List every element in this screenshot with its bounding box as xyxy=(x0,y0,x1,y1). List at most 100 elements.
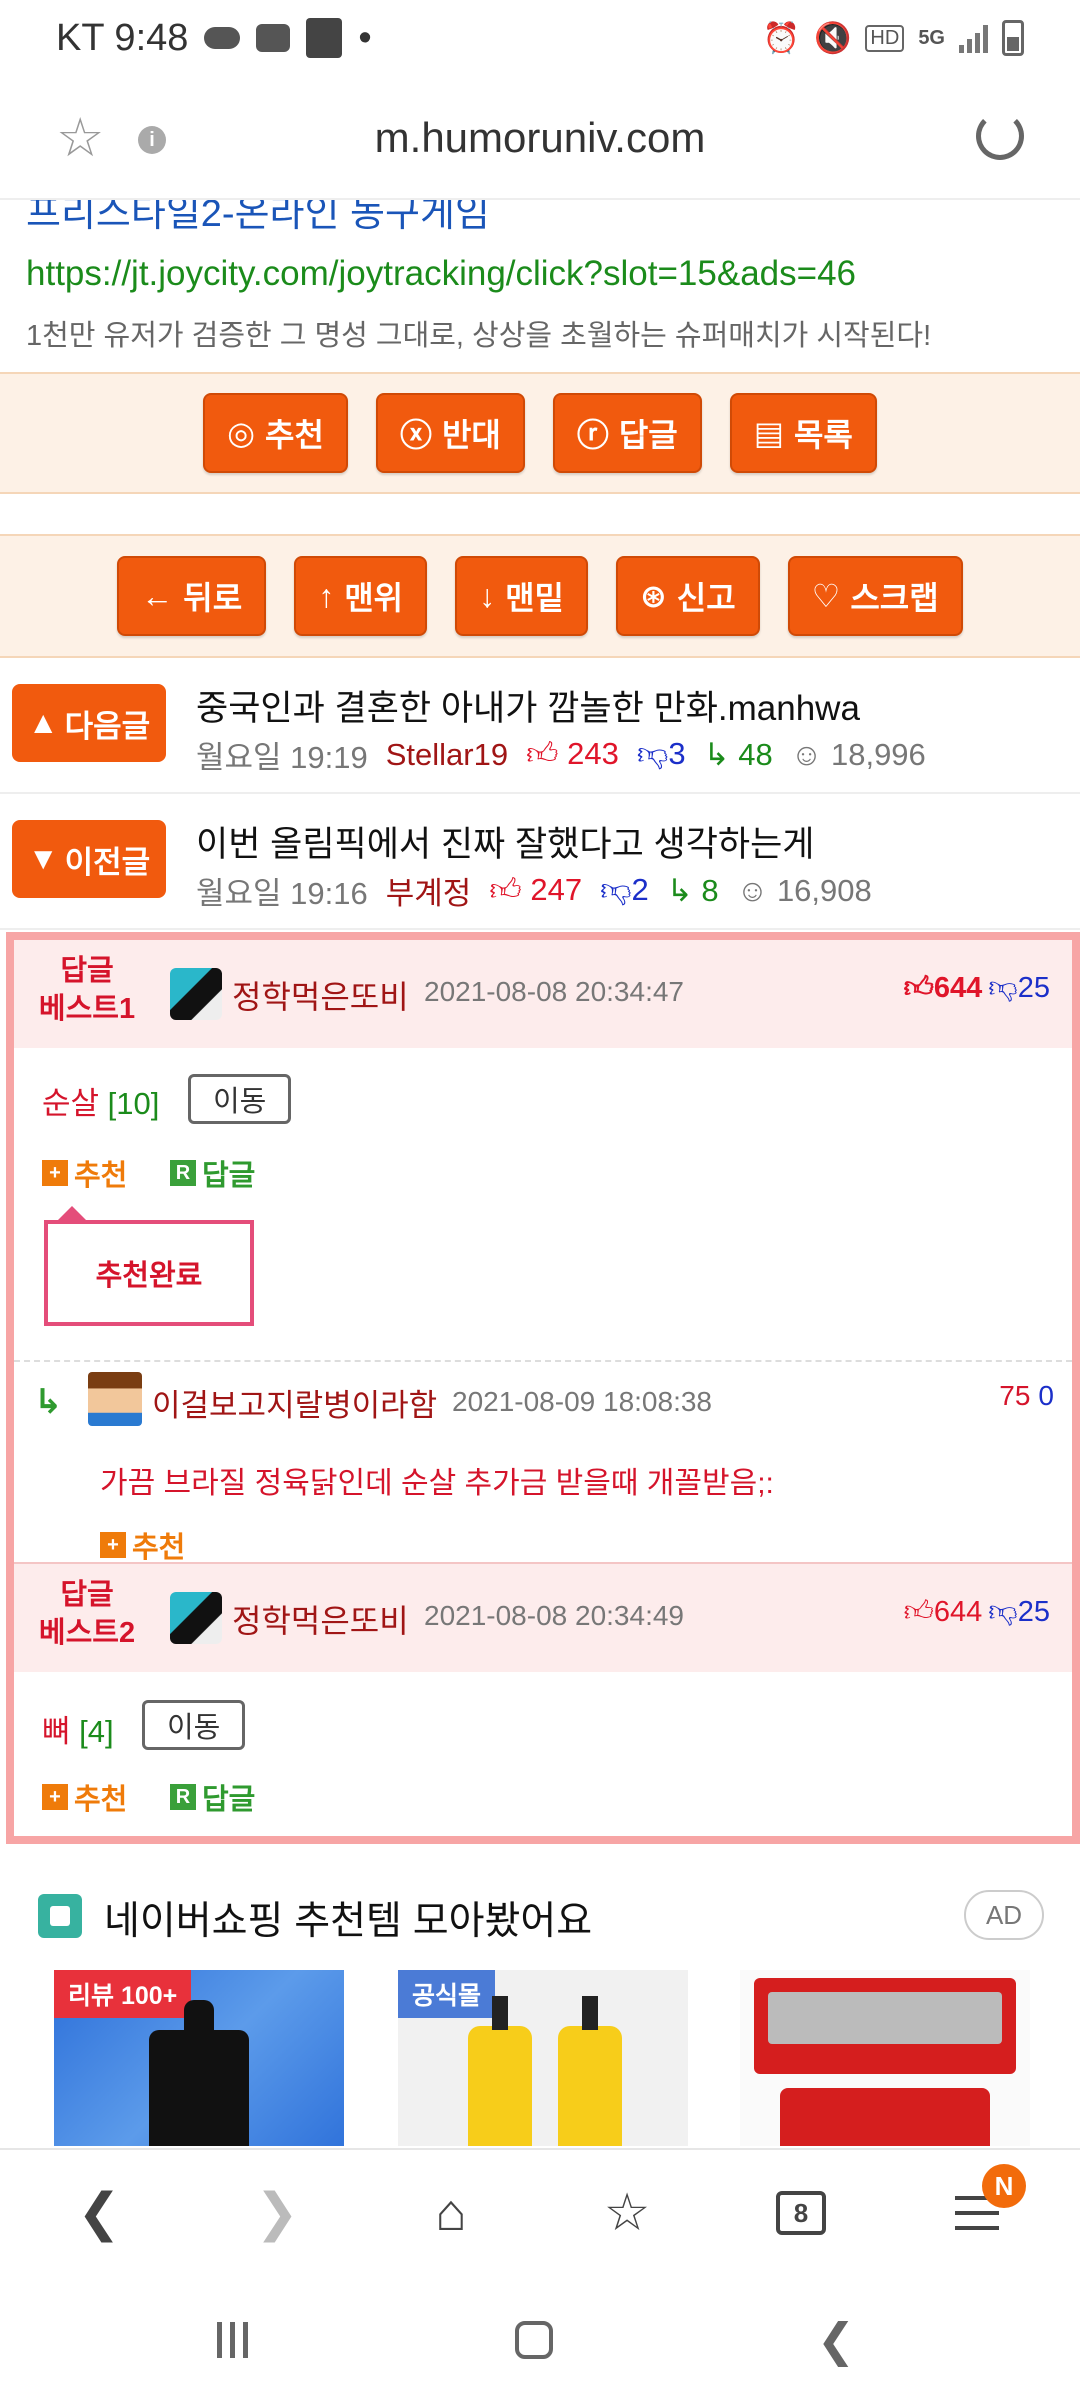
move-button[interactable]: 이동 xyxy=(188,1074,292,1124)
product-image xyxy=(149,2030,249,2146)
product-tag: 공식몰 xyxy=(398,1970,496,2018)
back-label: 뒤로 xyxy=(183,580,243,616)
bible-app-icon xyxy=(306,18,343,58)
recommend-button[interactable]: ◎ 추천 xyxy=(203,393,348,473)
system-nav-bar: ❮ xyxy=(0,2274,1080,2400)
comment-user[interactable]: 이걸보고지랄병이라함 xyxy=(152,1380,437,1425)
hd-icon: HD xyxy=(865,24,905,52)
text-ad[interactable]: 프리스타일2-온라인 농구게임 https://jt.joycity.com/j… xyxy=(0,200,1080,370)
product-card[interactable] xyxy=(740,1970,1030,2146)
bottom-label: 맨밑 xyxy=(505,580,564,616)
comment-user[interactable]: 정학먹은또비 xyxy=(232,1596,409,1642)
thumbs-down-icon: 👎︎ xyxy=(988,1596,1018,1628)
ad-url[interactable]: https://jt.joycity.com/joytracking/click… xyxy=(26,254,856,294)
triangle-up-icon: ▲ xyxy=(27,705,59,740)
comment-user[interactable]: 정학먹은또비 xyxy=(232,972,409,1018)
reload-icon[interactable] xyxy=(976,112,1024,160)
comment-votes: 👍︎644 👎︎25 xyxy=(904,1594,1050,1629)
smiley-icon: ☺ xyxy=(736,872,769,908)
reply-r-icon: ⓡ xyxy=(576,417,609,453)
move-button[interactable]: 이동 xyxy=(142,1700,246,1750)
reply-button[interactable]: ⓡ 답글 xyxy=(552,393,702,473)
prev-post-label: 이전글 xyxy=(64,844,151,880)
scrap-button[interactable]: ♡ 스크랩 xyxy=(787,556,963,636)
plus-icon: + xyxy=(100,1532,126,1558)
forward-nav-button[interactable]: ❯ xyxy=(242,2178,312,2248)
product-card[interactable]: 공식몰 xyxy=(398,1970,688,2146)
tabs-button[interactable]: 8 xyxy=(766,2178,836,2248)
system-back-button[interactable]: ❮ xyxy=(806,2310,866,2370)
upvote-count: 👍︎ 243 xyxy=(526,736,619,771)
comment-votes: 75 0 xyxy=(999,1380,1054,1412)
shopping-ad-title[interactable]: 네이버쇼핑 추천템 모아봤어요 xyxy=(104,1890,592,1946)
5g-icon: 5G xyxy=(918,26,945,49)
down-arrow-icon: ↓ xyxy=(479,577,496,614)
comment-reply-button[interactable]: R 답글 xyxy=(170,1152,255,1194)
prev-post-row[interactable]: ▼ 이전글 이번 올림픽에서 진짜 잘했다고 생각하는게 월요일 19:16 부계… xyxy=(0,796,1080,930)
tabs-icon: 8 xyxy=(776,2191,826,2235)
product-image xyxy=(558,1996,622,2146)
thumbs-down-icon: 👎︎ xyxy=(988,972,1018,1004)
recent-apps-button[interactable] xyxy=(202,2310,262,2370)
reply-arrow-icon: ↳ xyxy=(666,872,693,908)
cloud-icon xyxy=(204,27,241,49)
list-button[interactable]: ▤ 목록 xyxy=(729,393,877,473)
home-button[interactable]: ⌂ xyxy=(416,2178,486,2248)
comment-text: 순살 [10] xyxy=(42,1086,160,1121)
avatar xyxy=(170,1592,222,1644)
report-icon: ⊛ xyxy=(639,578,667,614)
prev-post-title[interactable]: 이번 올림픽에서 진짜 잘했다고 생각하는게 xyxy=(196,816,815,867)
thumbs-up-icon: 👍︎ xyxy=(489,872,522,907)
comment-reply-row: ↳ 이걸보고지랄병이라함 2021-08-09 18:08:38 75 0 가끔… xyxy=(14,1360,1072,1564)
best-rank-label: 답글 베스트2 xyxy=(38,1579,136,1649)
thumbs-up-icon: 👍︎ xyxy=(526,736,559,771)
post-time: 월요일 19:19 xyxy=(196,740,368,775)
menu-button[interactable]: N xyxy=(942,2164,1026,2248)
home-icon: ⌂ xyxy=(435,2184,467,2242)
ad-badge[interactable]: AD xyxy=(964,1890,1044,1940)
report-button[interactable]: ⊛ 신고 xyxy=(615,556,760,636)
product-card[interactable]: 리뷰 100+ xyxy=(54,1970,344,2146)
comment-date: 2021-08-08 20:34:49 xyxy=(424,1600,684,1631)
oppose-button[interactable]: ⓧ 반대 xyxy=(375,393,525,473)
naver-shopping-logo-icon xyxy=(38,1894,82,1938)
top-button[interactable]: ↑ 맨위 xyxy=(294,556,428,636)
avatar xyxy=(170,968,222,1020)
next-post-row[interactable]: ▲ 다음글 중국인과 결혼한 아내가 깜놀한 만화.manhwa 월요일 19:1… xyxy=(0,660,1080,794)
comment-text: 뼈 [4] xyxy=(42,1714,114,1749)
recommend-done-tooltip: 추천완료 xyxy=(44,1206,254,1326)
notification-badge: N xyxy=(982,2164,1026,2208)
bottom-button[interactable]: ↓ 맨밑 xyxy=(455,556,588,636)
downvote-count: 👎︎25 xyxy=(988,972,1050,1004)
plus-icon: + xyxy=(42,1160,68,1186)
downvote-count: 👎︎25 xyxy=(988,1596,1050,1628)
back-nav-button[interactable]: ❮ xyxy=(64,2178,134,2248)
reply-label: 답글 xyxy=(618,417,678,453)
shopping-ad[interactable]: 네이버쇼핑 추천템 모아봤어요 AD 리뷰 100+ 공식몰 xyxy=(0,1846,1080,2146)
url-text[interactable]: m.humoruniv.com xyxy=(0,114,1080,162)
reply-count: [10] xyxy=(107,1086,160,1121)
prev-post-button[interactable]: ▼ 이전글 xyxy=(12,820,166,898)
comment-recommend-button[interactable]: + 추천 xyxy=(42,1776,127,1818)
post-author: 부계정 xyxy=(385,876,472,911)
system-home-button[interactable] xyxy=(504,2310,564,2370)
comment-reply-button[interactable]: R 답글 xyxy=(170,1776,255,1818)
next-post-title[interactable]: 중국인과 결혼한 아내가 깜놀한 만화.manhwa xyxy=(196,680,860,731)
recent-apps-icon xyxy=(216,2322,248,2358)
ad-description: 1천만 유저가 검증한 그 명성 그대로, 상상을 초월하는 슈퍼매치가 시작된… xyxy=(26,320,932,352)
back-button[interactable]: ← 뒤로 xyxy=(117,556,267,636)
product-image-cap xyxy=(184,2000,214,2040)
next-post-label: 다음글 xyxy=(64,708,151,744)
battery-icon xyxy=(1002,20,1024,56)
reply-recommend-button[interactable]: + 추천 xyxy=(100,1524,185,1566)
next-post-button[interactable]: ▲ 다음글 xyxy=(12,684,166,762)
bookmarks-button[interactable]: ☆ xyxy=(592,2178,662,2248)
thumbs-up-icon: 👍︎ xyxy=(903,1596,934,1628)
ad-title[interactable]: 프리스타일2-온라인 농구게임 xyxy=(26,200,490,237)
back-chevron-icon: ❮ xyxy=(816,2314,856,2366)
downvote-count: 👎︎3 xyxy=(636,736,686,771)
list-icon: ▤ xyxy=(753,415,784,451)
best-comment-2-header: 답글 베스트2 정학먹은또비 2021-08-08 20:34:49 👍︎644 … xyxy=(14,1564,1072,1672)
comment-recommend-button[interactable]: + 추천 xyxy=(42,1152,127,1194)
report-label: 신고 xyxy=(676,580,736,616)
